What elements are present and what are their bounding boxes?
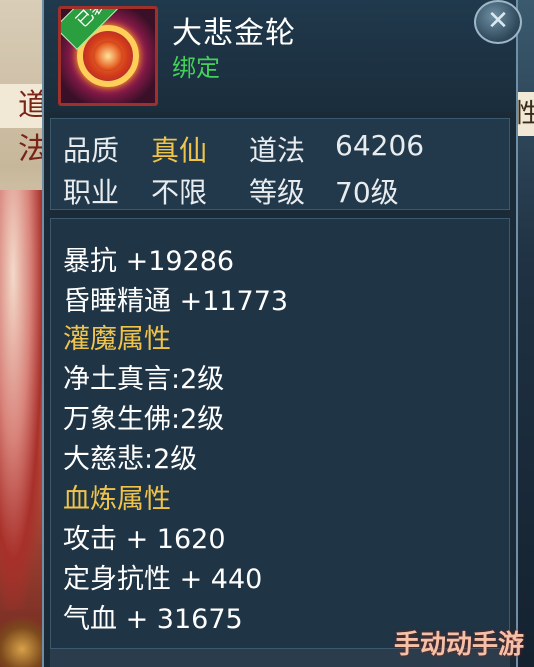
background-scene-left: 道法 xyxy=(0,0,48,667)
basic-attributes: 品质 真仙 道法 64206 职业 不限 等级 70级 xyxy=(50,118,510,210)
watermark: 手动动手游 xyxy=(393,630,524,660)
background-character xyxy=(0,190,48,610)
background-sign: 道法 xyxy=(0,84,48,167)
close-icon: ✕ xyxy=(487,6,509,36)
item-header: 已装备 大悲金轮 绑定 ✕ xyxy=(44,0,522,112)
ring-core xyxy=(93,41,123,71)
level-value: 70级 xyxy=(335,176,399,209)
bind-status: 绑定 xyxy=(172,54,220,82)
class-label: 职业 xyxy=(63,176,120,209)
dao-label: 道法 xyxy=(249,134,306,167)
bottom-ornament-icon xyxy=(0,607,44,667)
item-icon: 已装备 xyxy=(58,6,158,106)
attribute-list: 暴抗 +19286 昏睡精通 +11773 灌魔属性 净土真言:2级 万象生佛:… xyxy=(50,218,510,667)
stat-line: 暴抗 +19286 xyxy=(63,246,235,277)
quality-value: 真仙 xyxy=(151,134,208,167)
close-button[interactable]: ✕ xyxy=(474,0,522,44)
enchant-item: 万象生佛:2级 xyxy=(63,404,225,435)
item-name: 大悲金轮 xyxy=(172,16,296,51)
refine-item: 定身抗性 + 440 xyxy=(63,564,263,595)
item-tooltip-panel: 已装备 大悲金轮 绑定 ✕ 品质 真仙 道法 64206 职业 不限 等级 70… xyxy=(42,0,522,667)
refine-item: 攻击 + 1620 xyxy=(63,524,226,555)
class-value: 不限 xyxy=(151,176,208,209)
quality-label: 品质 xyxy=(63,134,120,167)
level-label: 等级 xyxy=(249,176,306,209)
enchant-item: 大慈悲:2级 xyxy=(63,444,198,475)
refine-section-title: 血炼属性 xyxy=(63,484,171,515)
refine-item: 气血 + 31675 xyxy=(63,604,243,635)
stat-line: 昏睡精通 +11773 xyxy=(63,286,289,317)
dao-value: 64206 xyxy=(335,129,425,162)
enchant-item: 净土真言:2级 xyxy=(63,364,225,395)
enchant-section-title: 灌魔属性 xyxy=(63,324,171,355)
